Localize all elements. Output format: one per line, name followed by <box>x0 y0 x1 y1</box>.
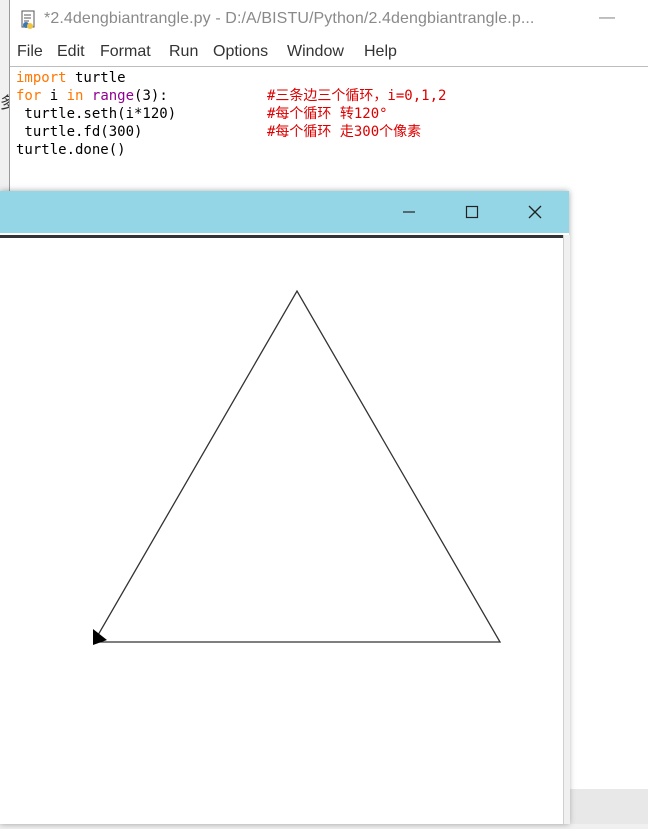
keyword-in: in <box>66 88 84 104</box>
menu-help[interactable]: Help <box>364 43 397 61</box>
python-file-icon <box>19 10 39 30</box>
maximize-icon <box>465 205 479 219</box>
menu-format[interactable]: Format <box>100 43 151 61</box>
keyword-for: for <box>16 88 42 104</box>
menu-options[interactable]: Options <box>213 43 268 61</box>
minimize-icon <box>403 211 415 213</box>
code-line-5: turtle.done() <box>16 142 126 158</box>
builtin-range: range <box>91 88 135 104</box>
turtle-drawing <box>92 289 502 645</box>
equilateral-triangle <box>92 289 502 643</box>
background-window-fragment: 多 <box>0 95 9 112</box>
editor-title: *2.4dengbiantrangle.py - D:/A/BISTU/Pyth… <box>44 10 535 27</box>
keyword-import: import <box>16 70 67 86</box>
canvas-right-border <box>563 235 570 824</box>
editor-minimize-button[interactable]: — <box>597 8 617 28</box>
turtle-maximize-button[interactable] <box>442 191 502 233</box>
turtle-minimize-button[interactable] <box>379 191 439 233</box>
menu-window[interactable]: Window <box>287 43 344 61</box>
code-text: i <box>41 88 67 104</box>
turtle-canvas[interactable] <box>0 238 563 824</box>
code-editor[interactable]: import turtle for i in range(3): #三条边三个循… <box>10 68 648 192</box>
code-text: (3): <box>134 88 168 104</box>
comment-line-2: #三条边三个循环，i=0,1,2 <box>267 88 447 104</box>
code-text: turtle <box>66 70 126 86</box>
menu-edit[interactable]: Edit <box>57 43 85 61</box>
code-line-1: import turtle <box>16 69 126 87</box>
menu-file[interactable]: File <box>17 43 43 61</box>
turtle-titlebar[interactable] <box>0 191 569 233</box>
code-line-3: turtle.seth(i*120) <box>16 106 177 122</box>
menu-bar: File Edit Format Run Options Window Help <box>10 38 648 67</box>
background-window-strip <box>569 789 648 824</box>
editor-titlebar[interactable]: *2.4dengbiantrangle.py - D:/A/BISTU/Pyth… <box>10 0 648 38</box>
menu-run[interactable]: Run <box>169 43 198 61</box>
turtle-close-button[interactable] <box>505 191 565 233</box>
comment-line-3: #每个循环 转120° <box>267 106 388 122</box>
comment-line-4: #每个循环 走300个像素 <box>267 124 422 140</box>
code-line-4: turtle.fd(300) <box>16 124 143 140</box>
code-line-2: for i in range(3): <box>16 87 168 105</box>
close-icon <box>528 205 542 219</box>
turtle-graphics-window <box>0 191 570 824</box>
